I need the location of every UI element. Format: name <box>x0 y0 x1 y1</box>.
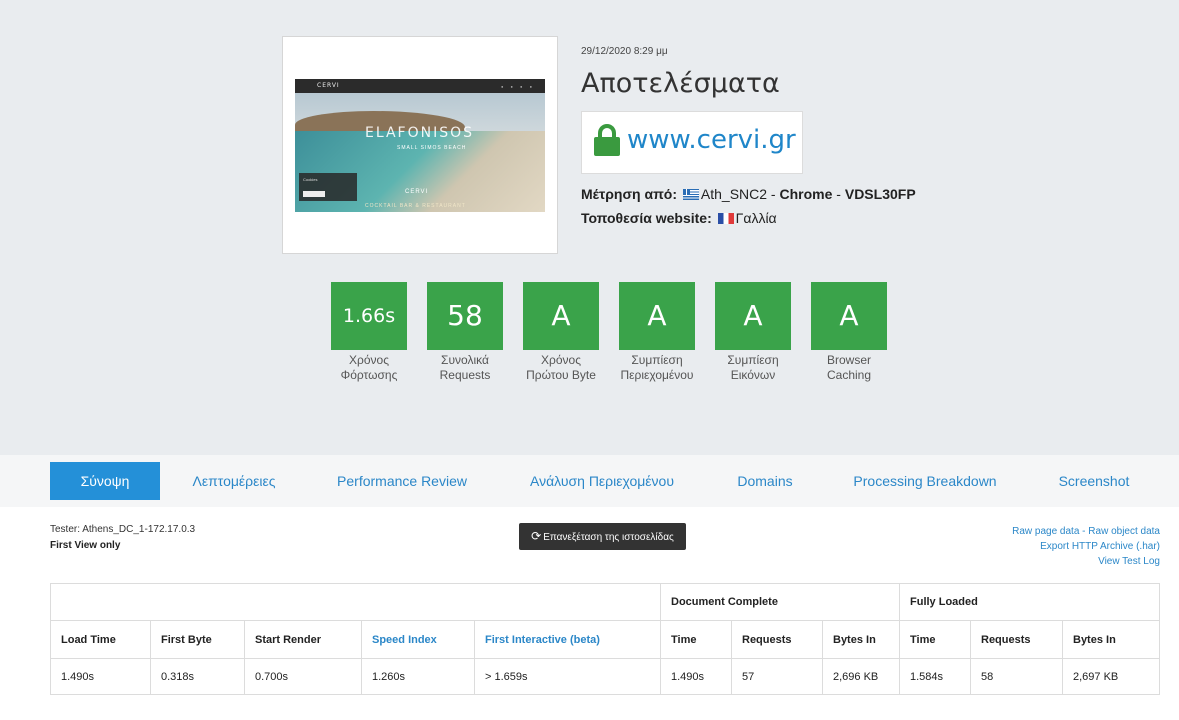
tab-screenshot[interactable]: Screenshot <box>1044 462 1144 500</box>
column-header: Bytes In <box>822 620 900 659</box>
table-cell: 0.700s <box>244 658 362 695</box>
refresh-icon: ⟳ <box>531 529 542 543</box>
connection-type: VDSL30FP <box>844 186 916 202</box>
column-header: Requests <box>970 620 1063 659</box>
thumbnail-brand: CERVI <box>317 82 340 89</box>
website-location-line: Τοποθεσία website: Γαλλία <box>581 210 777 226</box>
grade-value: A <box>811 282 887 350</box>
retest-label: Επανεξέταση της ιστοσελίδας <box>543 532 674 543</box>
test-date: 29/12/2020 8:29 μμ <box>581 46 668 57</box>
grade-content-compression[interactable]: A Συμπίεση Περιεχομένου <box>619 282 695 383</box>
thumbnail-navbar: CERVI ● ● ● ● <box>295 79 545 93</box>
thumbnail-subheadline: SMALL SIMOS BEACH <box>397 145 467 151</box>
tested-url[interactable]: www.cervi.gr <box>627 125 796 155</box>
thumbnail-cookie-text: Cookies <box>303 177 318 182</box>
page-title: Αποτελέσματα <box>581 68 780 99</box>
document-complete-header: Document Complete <box>660 583 900 621</box>
grade-label: Χρόνος Πρώτου Byte <box>526 353 596 382</box>
table-row: 1.490s 0.318s 0.700s 1.260s > 1.659s 1.4… <box>50 658 1160 695</box>
table-cell: 57 <box>731 658 823 695</box>
tab-domains[interactable]: Domains <box>722 462 808 500</box>
measured-location: Ath_SNC2 <box>700 186 768 202</box>
tester-info: Tester: Athens_DC_1-172.17.0.3 <box>50 524 196 535</box>
grade-load-time[interactable]: 1.66s Χρόνος Φόρτωσης <box>331 282 407 383</box>
column-header: Requests <box>731 620 823 659</box>
grade-first-byte[interactable]: A Χρόνος Πρώτου Byte <box>523 282 599 383</box>
table-cell: > 1.659s <box>474 658 661 695</box>
table-cell: 1.490s <box>660 658 732 695</box>
table-header-row: Load Time First Byte Start Render Speed … <box>50 620 1160 659</box>
fully-loaded-header: Fully Loaded <box>899 583 1160 621</box>
site-thumbnail-frame[interactable]: CERVI ● ● ● ● ELAFONISOS SMALL SIMOS BEA… <box>282 36 558 254</box>
url-box: www.cervi.gr <box>581 111 803 174</box>
thumbnail-nav-dots: ● ● ● ● <box>501 84 535 89</box>
measured-from-line: Μέτρηση από: Ath_SNC2 - Chrome - VDSL30F… <box>581 186 916 202</box>
raw-object-data-link[interactable]: Raw object data <box>1088 526 1160 537</box>
table-cell: 0.318s <box>150 658 245 695</box>
tab-processing-breakdown[interactable]: Processing Breakdown <box>840 462 1010 500</box>
grade-browser-caching[interactable]: A Browser Caching <box>811 282 887 383</box>
view-test-log-link[interactable]: View Test Log <box>1098 556 1160 567</box>
website-location-label: Τοποθεσία website: <box>581 210 712 226</box>
thumbnail-tagline: COCKTAIL BAR & RESTAURANT <box>365 203 466 209</box>
first-interactive-header-link[interactable]: First Interactive (beta) <box>474 620 661 659</box>
column-header: Time <box>899 620 971 659</box>
grade-label: Συμπίεση Περιεχομένου <box>620 353 694 382</box>
export-har-link[interactable]: Export HTTP Archive (.har) <box>1040 541 1160 552</box>
grade-value: 58 <box>427 282 503 350</box>
separator: - <box>767 186 780 202</box>
tab-performance-review[interactable]: Performance Review <box>322 462 482 500</box>
thumbnail-headline: ELAFONISOS <box>365 125 475 141</box>
table-cell: 1.584s <box>899 658 971 695</box>
speed-index-header-link[interactable]: Speed Index <box>361 620 475 659</box>
column-header: First Byte <box>150 620 245 659</box>
table-group-header-row: Document Complete Fully Loaded <box>50 583 1160 621</box>
table-cell: 58 <box>970 658 1063 695</box>
grade-value: A <box>619 282 695 350</box>
thumbnail-cookie-button <box>303 191 325 197</box>
grade-value: 1.66s <box>331 282 407 350</box>
column-header: Time <box>660 620 732 659</box>
grade-label: Συνολικά Requests <box>439 353 491 382</box>
table-header-empty <box>50 583 661 621</box>
results-tabs: Σύνοψη Λεπτομέρειες Performance Review Α… <box>0 455 1179 507</box>
tab-details[interactable]: Λεπτομέρειες <box>174 462 294 500</box>
retest-button[interactable]: ⟳ Επανεξέταση της ιστοσελίδας <box>519 523 686 550</box>
table-cell: 1.490s <box>50 658 151 695</box>
table-cell: 2,696 KB <box>822 658 900 695</box>
grade-total-requests[interactable]: 58 Συνολικά Requests <box>427 282 503 383</box>
results-table: Document Complete Fully Loaded Load Time… <box>50 583 1160 695</box>
tab-content-breakdown[interactable]: Ανάλυση Περιεχομένου <box>512 462 692 500</box>
grade-label: Χρόνος Φόρτωσης <box>340 353 398 382</box>
grade-value: A <box>523 282 599 350</box>
summary-header: CERVI ● ● ● ● ELAFONISOS SMALL SIMOS BEA… <box>0 0 1179 455</box>
column-header: Load Time <box>50 620 151 659</box>
website-country: Γαλλία <box>735 210 777 226</box>
measured-from-label: Μέτρηση από: <box>581 186 677 202</box>
column-header: Start Render <box>244 620 362 659</box>
table-cell: 1.260s <box>361 658 475 695</box>
view-info: First View only <box>50 540 121 551</box>
grade-image-compression[interactable]: A Συμπίεση Εικόνων <box>715 282 791 383</box>
separator: - <box>1079 526 1089 537</box>
grade-value: A <box>715 282 791 350</box>
site-thumbnail[interactable]: CERVI ● ● ● ● ELAFONISOS SMALL SIMOS BEA… <box>295 79 545 212</box>
tab-summary[interactable]: Σύνοψη <box>50 462 160 500</box>
table-cell: 2,697 KB <box>1062 658 1160 695</box>
column-header: Bytes In <box>1062 620 1160 659</box>
separator: - <box>832 186 845 202</box>
thumbnail-logo: CERVI <box>405 189 429 195</box>
greece-flag-icon <box>682 189 699 200</box>
grade-label: Συμπίεση Εικόνων <box>727 353 779 382</box>
browser-name: Chrome <box>779 186 833 202</box>
export-links: Raw page data - Raw object data Export H… <box>1012 524 1160 569</box>
grade-label: Browser Caching <box>826 353 872 382</box>
thumbnail-cookie-banner: Cookies <box>299 173 357 201</box>
raw-page-data-link[interactable]: Raw page data <box>1012 526 1079 537</box>
lock-icon <box>594 124 620 156</box>
france-flag-icon <box>717 213 734 224</box>
